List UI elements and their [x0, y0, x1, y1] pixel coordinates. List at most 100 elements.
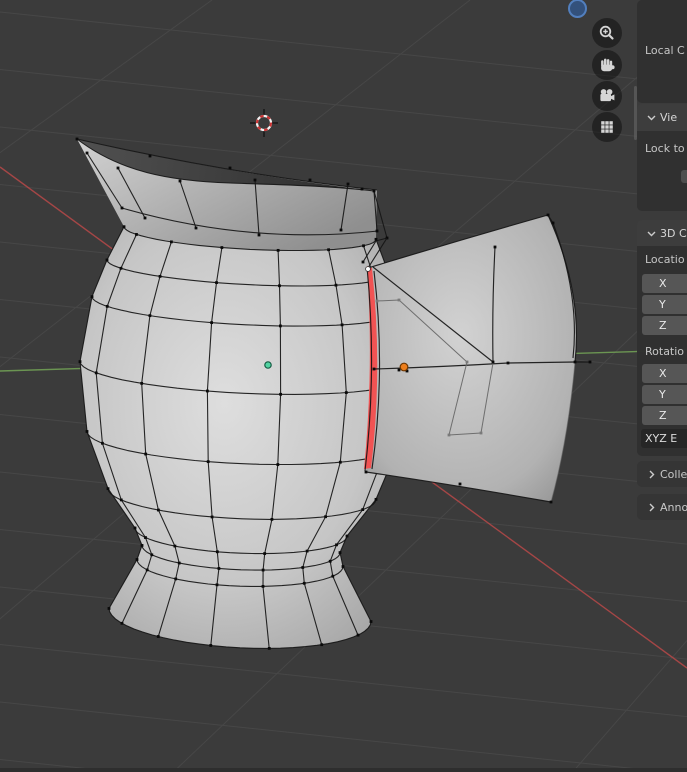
mesh-vertex[interactable]: [369, 620, 373, 623]
mesh-vertex[interactable]: [194, 226, 198, 230]
mesh-vertex[interactable]: [546, 213, 550, 217]
mesh-vertex[interactable]: [279, 392, 283, 396]
mesh-vertex[interactable]: [302, 581, 306, 585]
mesh-vertex[interactable]: [263, 552, 267, 555]
mesh-vertex[interactable]: [150, 553, 154, 557]
mesh-vertex[interactable]: [372, 189, 376, 193]
mesh-vertex[interactable]: [588, 360, 592, 364]
mesh-vertex[interactable]: [215, 550, 219, 554]
mesh-vertex[interactable]: [215, 583, 219, 587]
mesh-vertex[interactable]: [94, 371, 98, 375]
mesh-vertex[interactable]: [143, 216, 147, 220]
mesh-vertex[interactable]: [479, 431, 483, 435]
cursor-rotation-z-field[interactable]: Z: [642, 406, 687, 425]
mesh-vertex[interactable]: [375, 299, 379, 303]
mesh-vertex[interactable]: [340, 323, 344, 327]
mesh-vertex[interactable]: [549, 500, 553, 504]
mesh-vertex[interactable]: [133, 526, 137, 530]
mesh-vertex[interactable]: [90, 295, 94, 299]
mesh-vertex[interactable]: [210, 515, 214, 519]
mesh-vertex[interactable]: [215, 281, 218, 285]
active-vertex[interactable]: [365, 266, 371, 272]
mesh-vertex[interactable]: [338, 551, 342, 554]
zoom-button[interactable]: [592, 18, 622, 48]
mesh-vertex[interactable]: [169, 240, 173, 244]
mesh-vertex[interactable]: [362, 244, 365, 248]
mesh-vertex[interactable]: [551, 221, 555, 225]
mesh-vertex[interactable]: [78, 360, 82, 364]
mesh-vertex[interactable]: [506, 361, 510, 365]
cursor-location-y-field[interactable]: Y: [642, 295, 687, 314]
mesh-vertex[interactable]: [85, 430, 89, 433]
mesh-vertex[interactable]: [328, 559, 332, 563]
cursor-location-z-field[interactable]: Z: [642, 316, 687, 335]
mesh-vertex[interactable]: [375, 229, 379, 233]
mesh-vertex[interactable]: [148, 154, 152, 158]
mesh-vertex[interactable]: [144, 452, 148, 456]
mesh-vertex[interactable]: [173, 544, 177, 548]
panel-annotations-header[interactable]: Anno: [637, 494, 687, 520]
mesh-vertex[interactable]: [276, 248, 280, 252]
mesh-vertex[interactable]: [85, 151, 89, 155]
pan-button[interactable]: [592, 50, 622, 80]
mesh-vertex[interactable]: [210, 321, 214, 325]
mesh-vertex[interactable]: [120, 621, 124, 625]
mesh-vertex[interactable]: [447, 433, 451, 437]
cursor-rotation-x-field[interactable]: X: [642, 364, 687, 383]
mesh-vertex[interactable]: [145, 568, 149, 572]
ortho-toggle-button[interactable]: [592, 112, 622, 142]
3d-viewport-canvas[interactable]: [0, 0, 687, 772]
mesh-vertex[interactable]: [491, 360, 495, 364]
mesh-vertex[interactable]: [135, 558, 139, 561]
camera-view-button[interactable]: [592, 81, 622, 111]
mesh-vertex[interactable]: [122, 225, 126, 229]
mesh-vertex[interactable]: [338, 460, 342, 464]
mesh-vertex[interactable]: [301, 566, 305, 569]
panel-3d-cursor-header[interactable]: 3D C: [637, 220, 687, 246]
mesh-vertex[interactable]: [206, 460, 210, 464]
mesh-vertex[interactable]: [157, 508, 160, 512]
mesh-vertex[interactable]: [140, 544, 144, 547]
mesh-vertex[interactable]: [257, 233, 261, 237]
mesh-vertex[interactable]: [209, 644, 213, 647]
mesh-vertex[interactable]: [397, 368, 401, 372]
mesh-vertex[interactable]: [364, 470, 368, 474]
mesh-vertex[interactable]: [148, 314, 152, 318]
mesh-vertex[interactable]: [327, 248, 331, 252]
panel-collections-header[interactable]: Colle: [637, 461, 687, 487]
mesh-vertex[interactable]: [220, 246, 224, 249]
mesh-vertex[interactable]: [361, 260, 365, 264]
mesh-vertex[interactable]: [178, 179, 182, 183]
mesh-vertex[interactable]: [144, 536, 147, 539]
mesh-vertex[interactable]: [105, 258, 109, 262]
mesh-vertex[interactable]: [261, 568, 265, 572]
mesh-vertex[interactable]: [75, 137, 79, 141]
mesh-vertex[interactable]: [374, 237, 378, 241]
mesh-vertex[interactable]: [228, 166, 232, 170]
mesh-vertex[interactable]: [106, 487, 110, 491]
mesh-vertex[interactable]: [158, 274, 162, 278]
mesh-vertex[interactable]: [361, 508, 365, 511]
mesh-vertex[interactable]: [345, 534, 349, 538]
mesh-vertex[interactable]: [339, 228, 343, 232]
mesh-vertex[interactable]: [116, 166, 120, 170]
mesh-vertex[interactable]: [278, 324, 282, 328]
mesh-vertex[interactable]: [573, 360, 577, 364]
mesh-vertex[interactable]: [493, 245, 497, 249]
mesh-vertex[interactable]: [308, 178, 312, 182]
mesh-vertex[interactable]: [458, 482, 462, 486]
mesh-vertex[interactable]: [120, 206, 124, 210]
mesh-vertex[interactable]: [356, 633, 360, 637]
mesh-vertex[interactable]: [101, 441, 104, 445]
mesh-vertex[interactable]: [374, 497, 378, 501]
mesh-vertex[interactable]: [331, 574, 335, 578]
mesh-vertex[interactable]: [346, 182, 350, 186]
mesh-vertex[interactable]: [107, 607, 111, 610]
mesh-vertex[interactable]: [119, 498, 123, 502]
mesh-vertex[interactable]: [105, 304, 109, 308]
mesh-vertex[interactable]: [465, 360, 469, 364]
mesh-vertex[interactable]: [335, 543, 338, 547]
mesh-vertex[interactable]: [261, 584, 265, 588]
mesh-vertex[interactable]: [334, 283, 338, 287]
mesh-vertex[interactable]: [135, 233, 138, 236]
